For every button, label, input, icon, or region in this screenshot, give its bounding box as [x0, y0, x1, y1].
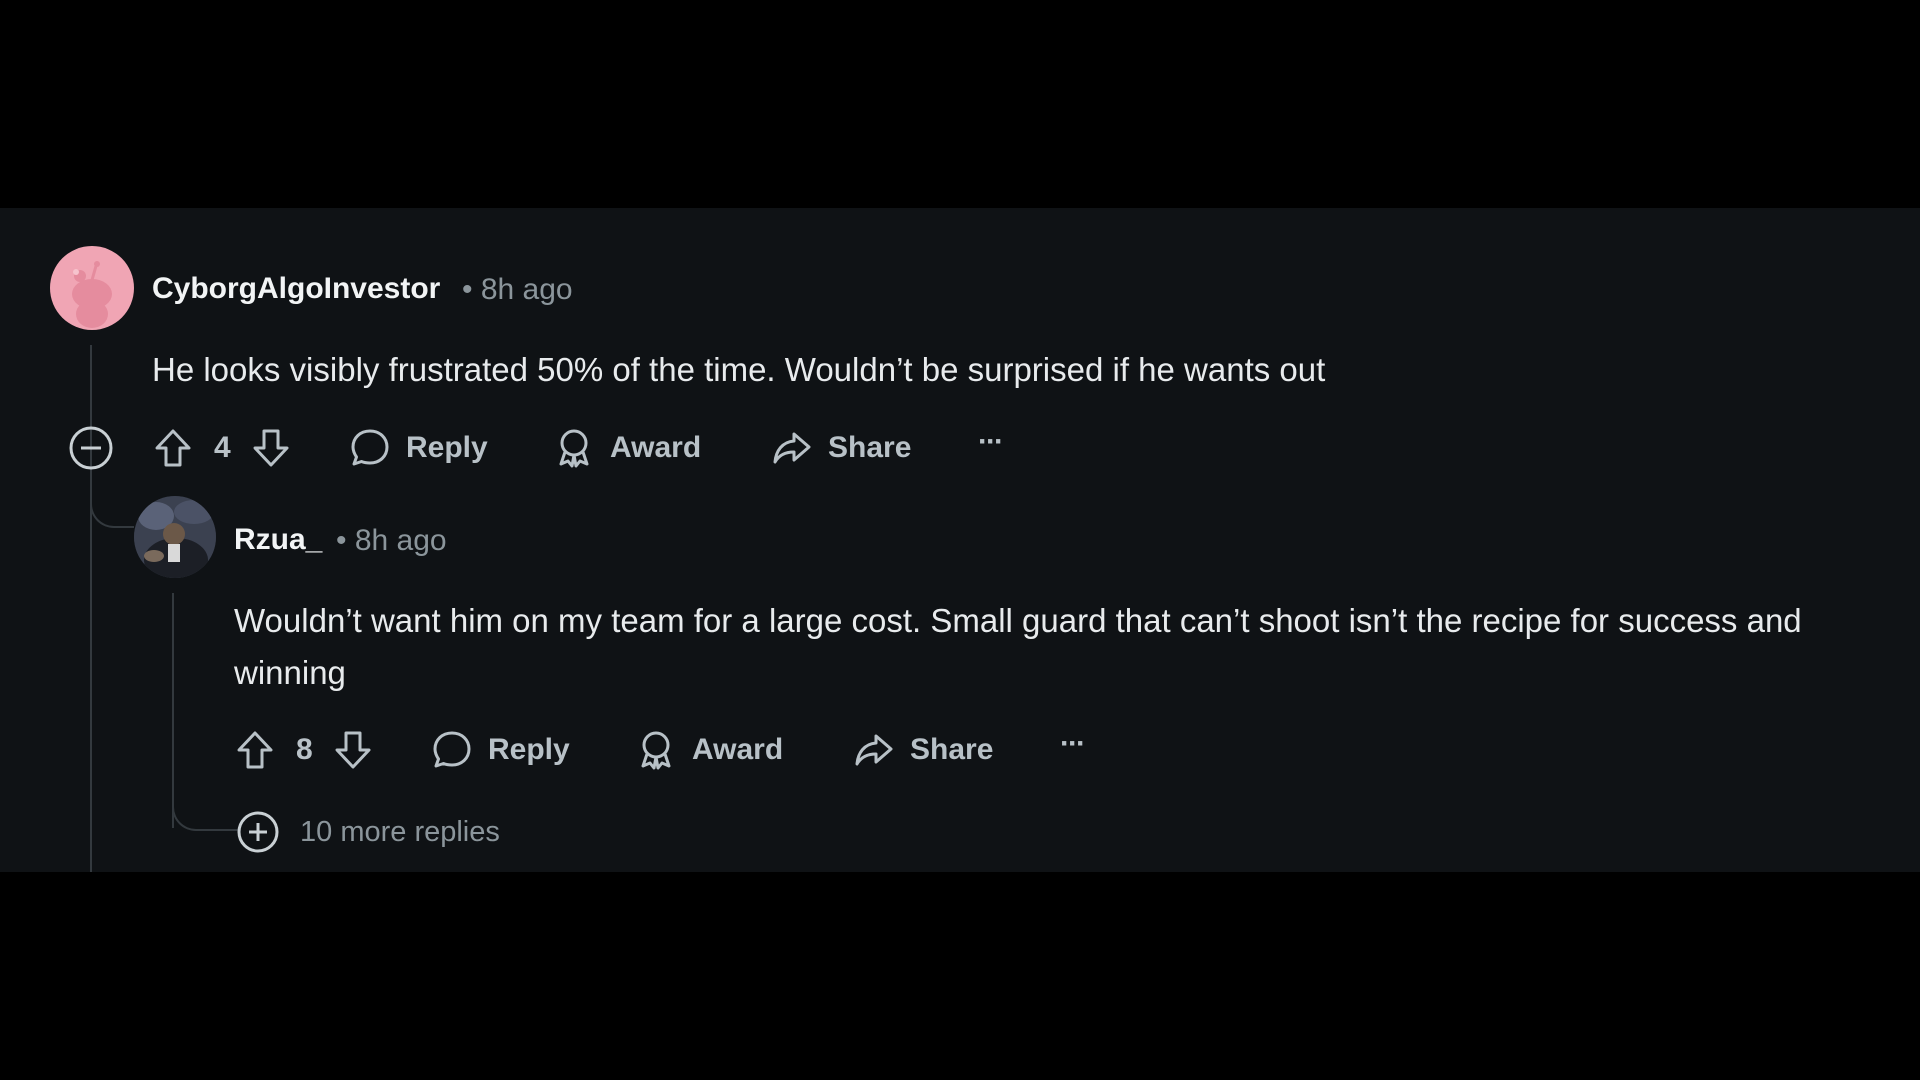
comment-username[interactable]: CyborgAlgoInvestor [152, 272, 440, 306]
upvote-button[interactable] [152, 418, 194, 478]
reply-button[interactable]: Reply [430, 720, 570, 780]
more-options-icon: ··· [1060, 727, 1086, 760]
more-options-button[interactable]: ··· [978, 412, 1004, 472]
upvote-arrow-icon [237, 731, 273, 769]
comment-timestamp: • 8h ago [462, 273, 573, 306]
comment-username[interactable]: Rzua_ [234, 523, 322, 557]
reply-connector [90, 478, 134, 528]
vote-count-value: 4 [214, 431, 231, 464]
comment-bubble-icon [433, 731, 471, 768]
award-icon [641, 731, 671, 770]
award-label: Award [692, 733, 784, 766]
more-replies-connector [172, 775, 238, 831]
user-photo-avatar-icon [134, 496, 216, 578]
more-options-icon: ··· [978, 425, 1004, 458]
comment-body: Wouldn’t want him on my team for a large… [234, 602, 1802, 691]
share-arrow-icon [855, 734, 893, 766]
vote-count-value: 8 [296, 733, 313, 766]
avatar[interactable] [50, 246, 134, 330]
share-arrow-icon [773, 432, 811, 464]
share-label: Share [910, 733, 994, 766]
comment-actions: 4 Reply Award Share ··· [66, 418, 1066, 478]
share-button[interactable]: Share [852, 720, 993, 780]
share-label: Share [828, 431, 912, 464]
award-button[interactable]: Award [552, 418, 701, 478]
snoo-avatar-icon [72, 261, 112, 328]
plus-circle-icon [237, 811, 279, 853]
upvote-button[interactable] [234, 720, 276, 780]
comment-bubble-icon [351, 429, 389, 466]
comment-actions: 8 Reply Award Share ··· [234, 720, 1134, 780]
reply-label: Reply [488, 733, 570, 766]
more-replies-label: 10 more replies [300, 815, 500, 848]
reply-label: Reply [406, 431, 488, 464]
award-label: Award [610, 431, 702, 464]
minus-circle-icon [69, 426, 113, 470]
more-replies-button[interactable]: 10 more replies [236, 802, 500, 862]
more-options-button[interactable]: ··· [1060, 714, 1086, 774]
share-button[interactable]: Share [770, 418, 911, 478]
comment-timestamp: • 8h ago [336, 524, 447, 557]
vote-count: 8 [296, 720, 313, 780]
downvote-button[interactable] [250, 418, 292, 478]
downvote-arrow-icon [253, 429, 289, 467]
reply-button[interactable]: Reply [348, 418, 488, 478]
comment-body: He looks visibly frustrated 50% of the t… [152, 351, 1326, 388]
award-icon [559, 429, 589, 468]
downvote-button[interactable] [332, 720, 374, 780]
upvote-arrow-icon [155, 429, 191, 467]
downvote-arrow-icon [335, 731, 371, 769]
collapse-button[interactable] [68, 418, 114, 478]
award-button[interactable]: Award [634, 720, 783, 780]
avatar[interactable] [134, 496, 216, 578]
vote-count: 4 [214, 418, 231, 478]
